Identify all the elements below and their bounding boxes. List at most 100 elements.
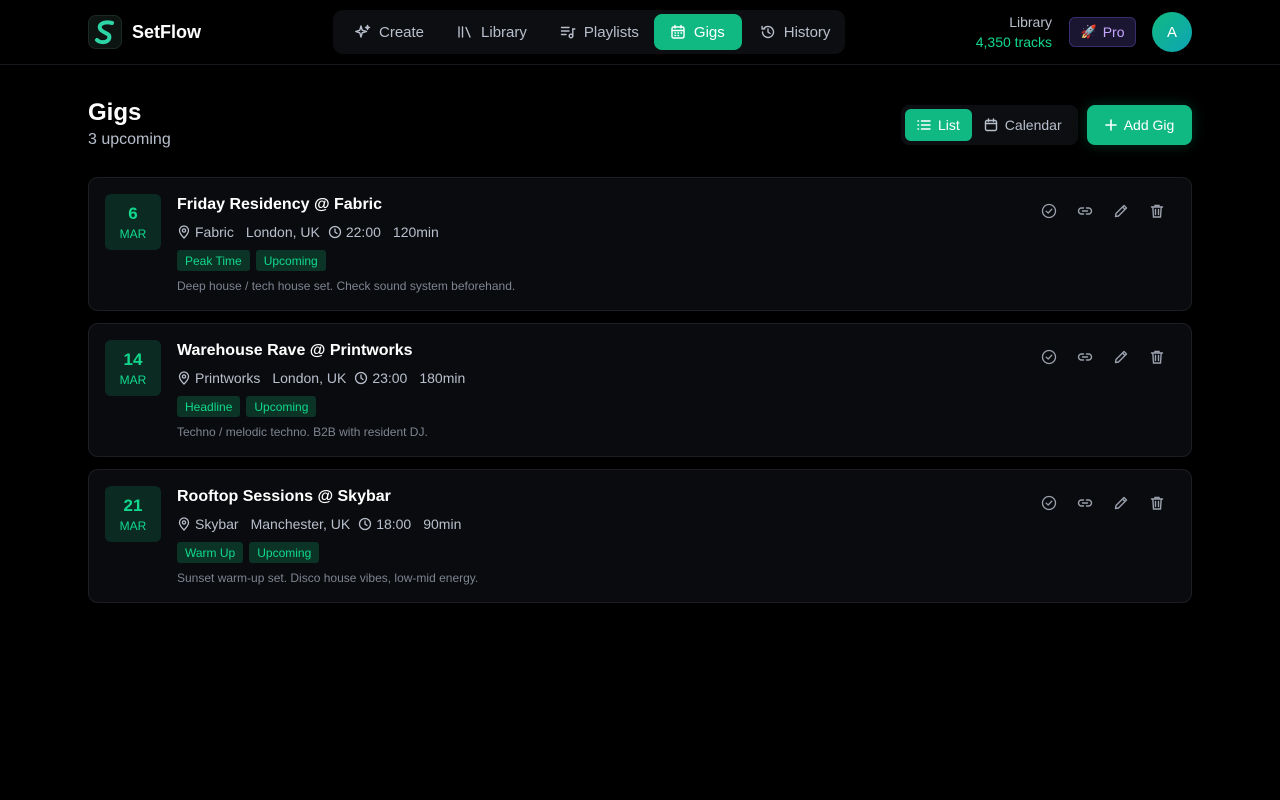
- gig-card[interactable]: 21 MAR Rooftop Sessions @ Skybar Skybar …: [88, 469, 1192, 603]
- brand[interactable]: SetFlow: [88, 15, 201, 49]
- add-gig-button[interactable]: Add Gig: [1087, 105, 1192, 145]
- gig-status-tag: Upcoming: [249, 542, 320, 563]
- gig-title: Rooftop Sessions @ Skybar: [177, 488, 391, 505]
- gig-duration: 90min: [423, 516, 462, 532]
- library-stat: Library 4,350 tracks: [976, 13, 1052, 51]
- library-label: Library: [1009, 14, 1052, 30]
- library-icon: [457, 24, 473, 40]
- nav-label: Library: [481, 23, 527, 41]
- gig-duration: 180min: [419, 370, 466, 386]
- gig-time: 18:00: [376, 516, 412, 532]
- nav-item-gigs[interactable]: Gigs: [653, 14, 742, 50]
- gig-venue: Fabric: [195, 224, 234, 240]
- check-circle-icon: [1041, 349, 1057, 365]
- clock-icon: [358, 517, 372, 531]
- trash-icon: [1150, 496, 1164, 510]
- pro-badge[interactable]: 🚀 Pro: [1069, 17, 1136, 47]
- gig-card[interactable]: 6 MAR Friday Residency @ Fabric Fabric L…: [88, 177, 1192, 311]
- gig-tags: Warm Up Upcoming: [177, 542, 325, 563]
- map-pin-icon: [177, 517, 191, 531]
- calendar-icon: [670, 24, 686, 40]
- gig-tags: Headline Upcoming: [177, 396, 322, 417]
- copy-link-button[interactable]: [1075, 201, 1095, 221]
- gig-location: Manchester, UK: [250, 516, 351, 532]
- gig-month: MAR: [119, 227, 147, 241]
- main-nav: Create Library Playlists Gigs History: [333, 10, 845, 54]
- gig-type-tag: Peak Time: [177, 250, 250, 271]
- nav-item-history[interactable]: History: [742, 14, 846, 50]
- library-count: 4,350 tracks: [975, 34, 1052, 50]
- link-icon: [1077, 499, 1093, 507]
- gig-type-tag: Headline: [177, 396, 241, 417]
- gig-day: 6: [128, 204, 138, 223]
- mark-done-button[interactable]: [1039, 493, 1059, 513]
- app-name: SetFlow: [132, 21, 202, 42]
- gig-meta: Skybar Manchester, UK 18:00 90min: [177, 516, 461, 532]
- pencil-icon: [1114, 350, 1128, 364]
- view-toggle: List Calendar: [901, 105, 1078, 145]
- view-list-label: List: [938, 117, 960, 133]
- view-calendar-label: Calendar: [1004, 117, 1062, 133]
- calendar-icon: [984, 118, 998, 132]
- top-bar: SetFlow Create Library Playlists Gigs Hi…: [0, 0, 1280, 65]
- check-circle-icon: [1041, 203, 1057, 219]
- gig-tags: Peak Time Upcoming: [177, 250, 332, 271]
- delete-button[interactable]: [1147, 347, 1167, 367]
- view-list-button[interactable]: List: [905, 109, 972, 141]
- gig-month: MAR: [119, 373, 147, 387]
- gig-day: 14: [123, 350, 143, 369]
- clock-icon: [328, 225, 342, 239]
- gig-venue: Printworks: [195, 370, 261, 386]
- add-gig-label: Add Gig: [1123, 117, 1175, 133]
- map-pin-icon: [177, 371, 191, 385]
- gig-time: 23:00: [372, 370, 408, 386]
- gig-meta: Fabric London, UK 22:00 120min: [177, 224, 439, 240]
- nav-item-create[interactable]: Create: [337, 14, 439, 50]
- nav-label: Gigs: [693, 23, 725, 41]
- map-pin-icon: [177, 225, 191, 239]
- copy-link-button[interactable]: [1075, 493, 1095, 513]
- edit-button[interactable]: [1111, 493, 1131, 513]
- gig-meta: Printworks London, UK 23:00 180min: [177, 370, 465, 386]
- mark-done-button[interactable]: [1039, 201, 1059, 221]
- gig-actions: [1023, 201, 1167, 221]
- gig-card[interactable]: 14 MAR Warehouse Rave @ Printworks Print…: [88, 323, 1192, 457]
- nav-label: Create: [379, 23, 425, 41]
- sparkles-icon: [355, 24, 371, 40]
- pro-label: Pro: [1102, 24, 1125, 40]
- list-icon: [917, 118, 931, 132]
- copy-link-button[interactable]: [1075, 347, 1095, 367]
- gig-duration: 120min: [392, 224, 439, 240]
- avatar[interactable]: A: [1152, 12, 1192, 52]
- edit-button[interactable]: [1111, 347, 1131, 367]
- gig-month: MAR: [119, 519, 147, 533]
- page-title: Gigs: [88, 99, 142, 126]
- playlist-icon: [560, 24, 576, 40]
- gig-status-tag: Upcoming: [255, 250, 326, 271]
- nav-item-library[interactable]: Library: [439, 14, 542, 50]
- link-icon: [1077, 207, 1093, 215]
- page-subtitle: 3 upcoming: [88, 131, 171, 148]
- setflow-logo-icon: [88, 15, 122, 49]
- gig-notes: Techno / melodic techno. B2B with reside…: [177, 425, 428, 439]
- gig-venue: Skybar: [195, 516, 239, 532]
- gig-location: London, UK: [272, 370, 347, 386]
- nav-item-playlists[interactable]: Playlists: [542, 14, 654, 50]
- gig-notes: Sunset warm-up set. Disco house vibes, l…: [177, 571, 479, 585]
- gig-date: 14 MAR: [105, 340, 161, 396]
- delete-button[interactable]: [1147, 201, 1167, 221]
- trash-icon: [1150, 350, 1164, 364]
- gig-status-tag: Upcoming: [246, 396, 317, 417]
- gig-date: 6 MAR: [105, 194, 161, 250]
- mark-done-button[interactable]: [1039, 347, 1059, 367]
- delete-button[interactable]: [1147, 493, 1167, 513]
- edit-button[interactable]: [1111, 201, 1131, 221]
- gig-location: London, UK: [245, 224, 320, 240]
- gig-actions: [1023, 493, 1167, 513]
- view-calendar-button[interactable]: Calendar: [972, 109, 1074, 141]
- clock-icon: [354, 371, 368, 385]
- gig-title: Friday Residency @ Fabric: [177, 196, 383, 213]
- rocket-icon: 🚀: [1080, 24, 1097, 39]
- gig-date: 21 MAR: [105, 486, 161, 542]
- pencil-icon: [1114, 204, 1128, 218]
